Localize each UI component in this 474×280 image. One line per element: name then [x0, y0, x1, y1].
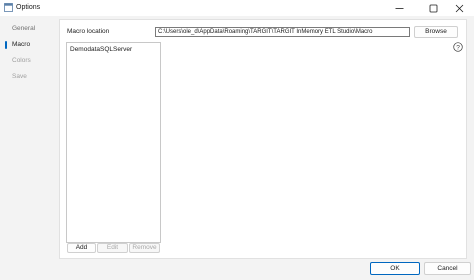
svg-text:?: ? — [456, 44, 460, 51]
window-title: Options — [16, 4, 41, 11]
macro-list[interactable]: DemodataSQLServer — [66, 42, 161, 243]
remove-button[interactable]: Remove — [129, 243, 160, 253]
sidebar-item-general[interactable]: General — [0, 22, 58, 36]
close-icon — [455, 4, 464, 13]
cancel-button[interactable]: Cancel — [424, 262, 471, 275]
maximize-icon — [429, 4, 438, 13]
sidebar-item-label: Macro — [12, 41, 31, 48]
macro-location-label: Macro location — [67, 28, 110, 35]
ok-button[interactable]: OK — [370, 262, 420, 275]
sidebar-item-macro[interactable]: Macro — [0, 38, 58, 52]
options-sidebar: General Macro Colors Save — [0, 16, 58, 260]
app-icon — [4, 3, 13, 12]
sidebar-item-save[interactable]: Save — [0, 70, 58, 84]
minimize-button[interactable] — [384, 0, 414, 16]
close-button[interactable] — [444, 0, 474, 16]
sidebar-item-label: Save — [12, 73, 27, 80]
minimize-icon — [395, 4, 404, 13]
edit-button[interactable]: Edit — [97, 243, 128, 253]
add-button[interactable]: Add — [67, 243, 96, 253]
sidebar-item-colors[interactable]: Colors — [0, 54, 58, 68]
sidebar-item-label: General — [12, 25, 36, 32]
macro-location-field[interactable]: C:\Users\ole_d\AppData\Roaming\TARGIT\TA… — [155, 27, 410, 37]
browse-button[interactable]: Browse — [414, 26, 458, 38]
list-item[interactable]: DemodataSQLServer — [70, 46, 132, 53]
help-icon[interactable]: ? — [453, 42, 463, 52]
sidebar-item-label: Colors — [12, 57, 31, 64]
title-bar: Options — [0, 0, 474, 16]
selection-indicator — [5, 41, 7, 49]
